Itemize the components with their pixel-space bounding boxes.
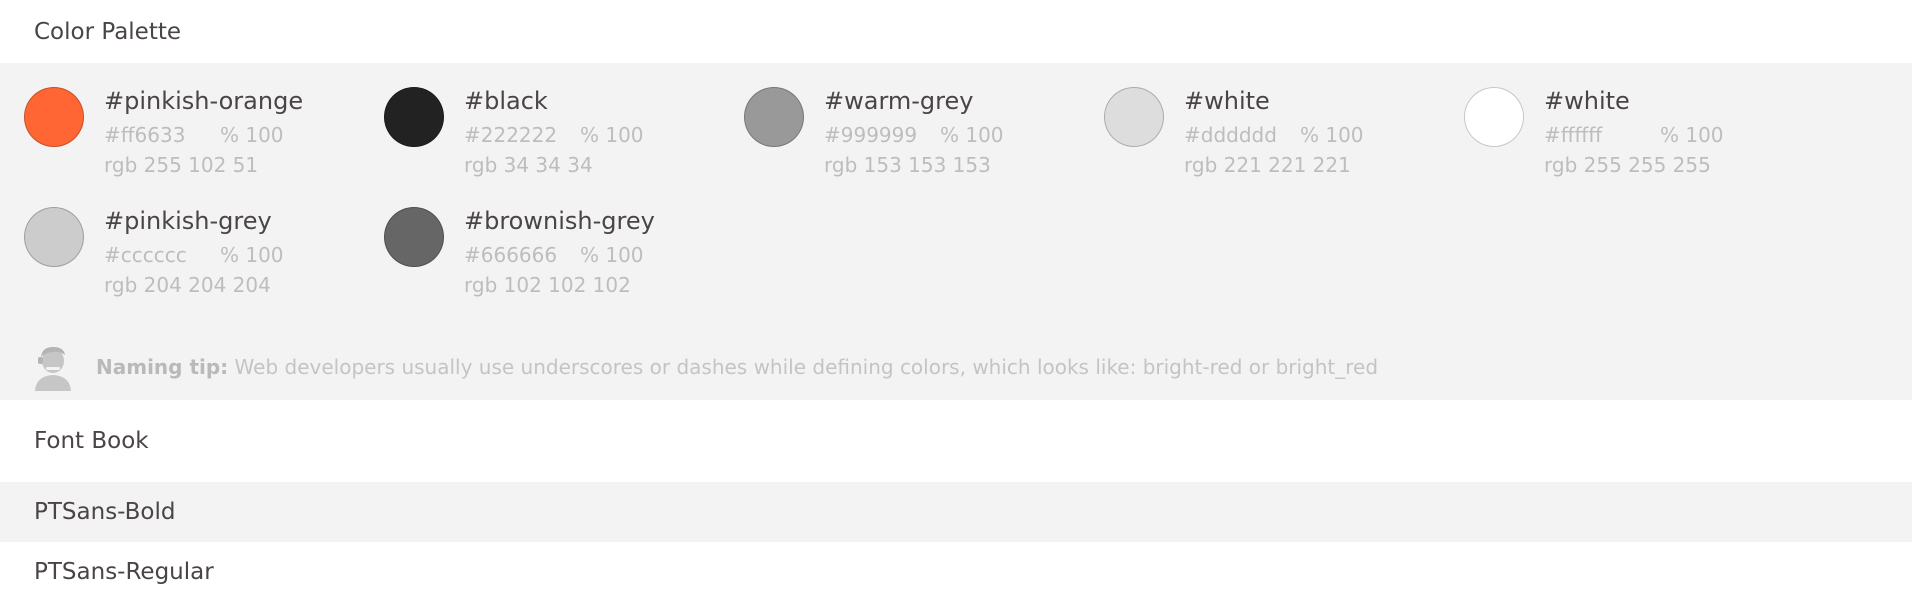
swatch-name: #pinkish-orange: [104, 87, 304, 115]
swatch-card[interactable]: #pinkish-grey #cccccc % 100 rgb 204 204 …: [24, 207, 364, 317]
color-swatch-circle: [744, 87, 804, 147]
swatch-hex: #999999: [824, 123, 918, 147]
swatch-card[interactable]: #brownish-grey #666666 % 100 rgb 102 102…: [384, 207, 724, 317]
naming-tip: Naming tip: Web developers usually use u…: [32, 341, 1378, 393]
color-swatch-circle: [24, 207, 84, 267]
color-swatch-circle: [1464, 87, 1524, 147]
swatch-opacity: % 100: [580, 243, 644, 267]
swatch-rgb: rgb 204 204 204: [104, 273, 271, 297]
swatch-card[interactable]: #black #222222 % 100 rgb 34 34 34: [384, 87, 724, 197]
swatch-card[interactable]: #white #ffffff % 100 rgb 255 255 255: [1464, 87, 1804, 197]
person-avatar-icon: [35, 347, 71, 391]
swatch-hex: #cccccc: [104, 243, 187, 267]
naming-tip-text: Naming tip: Web developers usually use u…: [96, 355, 1378, 379]
naming-tip-body: Web developers usually use underscores o…: [234, 355, 1379, 379]
swatch-rgb: rgb 255 255 255: [1544, 153, 1711, 177]
swatch-opacity: % 100: [1300, 123, 1364, 147]
swatch-opacity: % 100: [220, 243, 284, 267]
swatch-card[interactable]: #white #dddddd % 100 rgb 221 221 221: [1104, 87, 1444, 197]
color-swatch-circle: [384, 207, 444, 267]
swatch-rgb: rgb 34 34 34: [464, 153, 593, 177]
swatch-hex: #dddddd: [1184, 123, 1277, 147]
swatch-name: #white: [1184, 87, 1270, 115]
swatch-rgb: rgb 221 221 221: [1184, 153, 1351, 177]
color-swatch-circle: [24, 87, 84, 147]
swatch-hex: #ff6633: [104, 123, 186, 147]
naming-tip-label: Naming tip:: [96, 355, 229, 379]
swatch-name: #warm-grey: [824, 87, 974, 115]
swatch-opacity: % 100: [580, 123, 644, 147]
swatch-name: #white: [1544, 87, 1630, 115]
swatch-hex: #222222: [464, 123, 558, 147]
color-palette-title: Color Palette: [0, 0, 1912, 63]
swatch-opacity: % 100: [1660, 123, 1724, 147]
swatch-name: #pinkish-grey: [104, 207, 272, 235]
font-book-title: Font Book: [0, 400, 1912, 482]
swatch-name: #black: [464, 87, 548, 115]
swatch-opacity: % 100: [220, 123, 284, 147]
swatch-card[interactable]: #pinkish-orange #ff6633 % 100 rgb 255 10…: [24, 87, 364, 197]
swatch-opacity: % 100: [940, 123, 1004, 147]
font-row[interactable]: PTSans-Bold: [0, 482, 1912, 542]
swatch-rgb: rgb 153 153 153: [824, 153, 991, 177]
color-swatch-circle: [1104, 87, 1164, 147]
swatch-hex: #666666: [464, 243, 558, 267]
swatch-rgb: rgb 255 102 51: [104, 153, 259, 177]
color-palette-panel: #pinkish-orange #ff6633 % 100 rgb 255 10…: [0, 63, 1912, 400]
font-row[interactable]: PTSans-Regular: [0, 542, 1912, 602]
swatch-name: #brownish-grey: [464, 207, 655, 235]
swatch-rgb: rgb 102 102 102: [464, 273, 631, 297]
swatch-hex: #ffffff: [1544, 123, 1603, 147]
swatch-card[interactable]: #warm-grey #999999 % 100 rgb 153 153 153: [744, 87, 1084, 197]
color-swatch-circle: [384, 87, 444, 147]
